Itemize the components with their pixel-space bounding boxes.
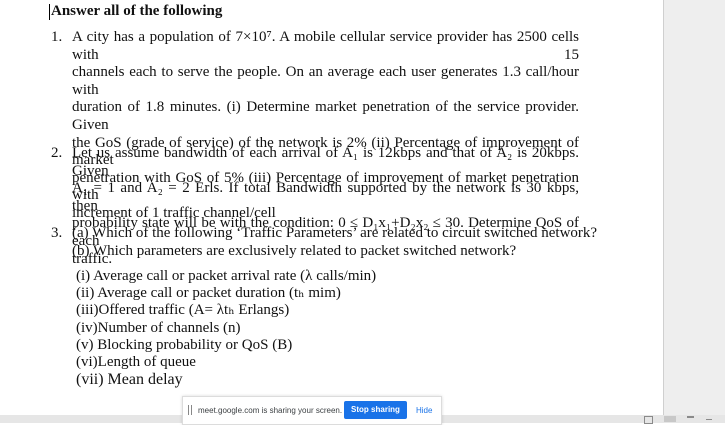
minimize-icon[interactable] — [706, 419, 712, 420]
viewer-gutter — [664, 0, 725, 423]
question-line: A city has a population of 7×10⁷. A mobi… — [72, 29, 579, 63]
question-line: A₁ = 1 and A₂ = 2 Erls. If total Bandwid… — [72, 180, 579, 214]
screen-share-bar: meet.google.com is sharing your screen. … — [182, 396, 442, 425]
parameter-item: (vi)Length of queue — [76, 354, 196, 371]
parameter-list: (i) Average call or packet arrival rate … — [76, 268, 376, 388]
parameter-item: (iii)Offered traffic (A= λtₕ Erlangs) — [76, 302, 290, 319]
drag-handle-icon[interactable] — [188, 405, 192, 415]
question-body: (a) Which of the following ‘Traffic Para… — [72, 225, 598, 260]
share-message: meet.google.com is sharing your screen. — [198, 406, 343, 415]
layout-icon[interactable] — [687, 416, 694, 421]
stop-sharing-button[interactable]: Stop sharing — [344, 401, 407, 419]
panel-icon[interactable] — [664, 416, 676, 422]
parameter-item: (vii) Mean delay — [76, 371, 183, 389]
question-number: 3. — [51, 225, 63, 241]
text-cursor — [49, 4, 50, 20]
hide-button[interactable]: Hide — [416, 406, 432, 415]
parameter-item: (i) Average call or packet arrival rate … — [76, 268, 377, 284]
question-number: 1. — [51, 29, 63, 45]
parameter-item: (iv)Number of channels (n) — [76, 319, 241, 336]
parameter-item: (ii) Average call or packet duration (tₕ… — [76, 285, 341, 302]
question-number: 2. — [51, 145, 63, 161]
question-line: duration of 1.8 minutes. (i) Determine m… — [72, 99, 579, 133]
page-edge — [663, 0, 664, 423]
question-line: Let us assume bandwidth of each arrival … — [72, 145, 579, 179]
question-line: (b) Which parameters are exclusively rel… — [72, 242, 517, 259]
question-line: channels each to serve the people. On an… — [72, 64, 579, 98]
heading-text: Answer all of the following — [51, 3, 223, 19]
document-heading: Answer all of the following — [49, 3, 223, 20]
parameter-item: (v) Blocking probability or QoS (B) — [76, 336, 293, 353]
question-line: (a) Which of the following ‘Traffic Para… — [72, 225, 598, 241]
